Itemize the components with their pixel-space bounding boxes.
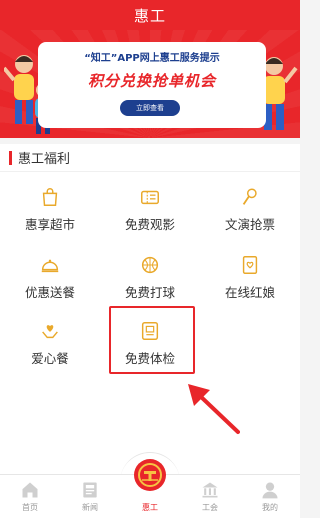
love-letter-icon <box>242 256 258 274</box>
news-icon <box>83 482 97 498</box>
welfare-item-show-tickets[interactable]: 文演抢票 <box>200 178 300 248</box>
welfare-item-online-matchmaking[interactable]: 在线红娘 <box>200 246 300 316</box>
banner-subtitle: “知工”APP网上惠工服务提示 <box>84 53 220 64</box>
section-header: 惠工福利 <box>0 144 300 172</box>
ball-icon <box>141 256 159 274</box>
section-accent-bar <box>9 150 12 165</box>
section-title: 惠工福利 <box>18 152 71 167</box>
welfare-item-label: 在线红娘 <box>224 285 275 300</box>
shopping-bag-icon <box>42 188 58 206</box>
tab-label: 首页 <box>22 503 38 512</box>
tab-mine[interactable]: 我的 <box>240 475 300 518</box>
tab-label: 工会 <box>202 503 218 512</box>
user-icon <box>262 482 278 499</box>
microphone-icon <box>242 188 257 205</box>
welfare-item-charity-meal[interactable]: 爱心餐 <box>0 312 100 382</box>
pointer-arrow-icon <box>188 384 240 434</box>
food-cloche-icon <box>41 259 59 273</box>
banner-headline: 积分兑换抢单机会 <box>87 72 216 90</box>
heart-hands-icon <box>42 325 58 339</box>
tab-label: 新闻 <box>82 503 98 512</box>
tab-union[interactable]: 工会 <box>180 475 240 518</box>
welfare-item-label: 文演抢票 <box>224 217 275 232</box>
tab-label: 我的 <box>262 503 278 512</box>
building-icon <box>202 482 218 498</box>
welfare-item-label: 惠享超市 <box>24 217 75 232</box>
welfare-item-food-delivery[interactable]: 优惠送餐 <box>0 246 100 316</box>
promo-banner[interactable]: “知工”APP网上惠工服务提示 积分兑换抢单机会 立即查看 <box>0 30 300 138</box>
tab-news[interactable]: 新闻 <box>60 475 120 518</box>
film-ticket-icon <box>141 190 159 205</box>
tab-home[interactable]: 首页 <box>0 475 60 518</box>
welfare-item-label: 免费观影 <box>124 217 175 232</box>
home-icon <box>22 482 38 498</box>
welfare-item-supermarket[interactable]: 惠享超市 <box>0 178 100 248</box>
welfare-item-label: 优惠送餐 <box>24 285 75 300</box>
tab-label: 惠工 <box>142 503 158 512</box>
view-now-button[interactable]: 立即查看 <box>120 100 180 116</box>
welfare-item-free-movie[interactable]: 免费观影 <box>100 178 200 248</box>
welfare-item-label: 爱心餐 <box>31 351 69 366</box>
highlight-box <box>109 306 195 374</box>
welfare-item-label: 免费打球 <box>124 285 175 300</box>
page-title: 惠工 <box>0 0 300 30</box>
union-emblem-icon[interactable] <box>133 458 167 492</box>
